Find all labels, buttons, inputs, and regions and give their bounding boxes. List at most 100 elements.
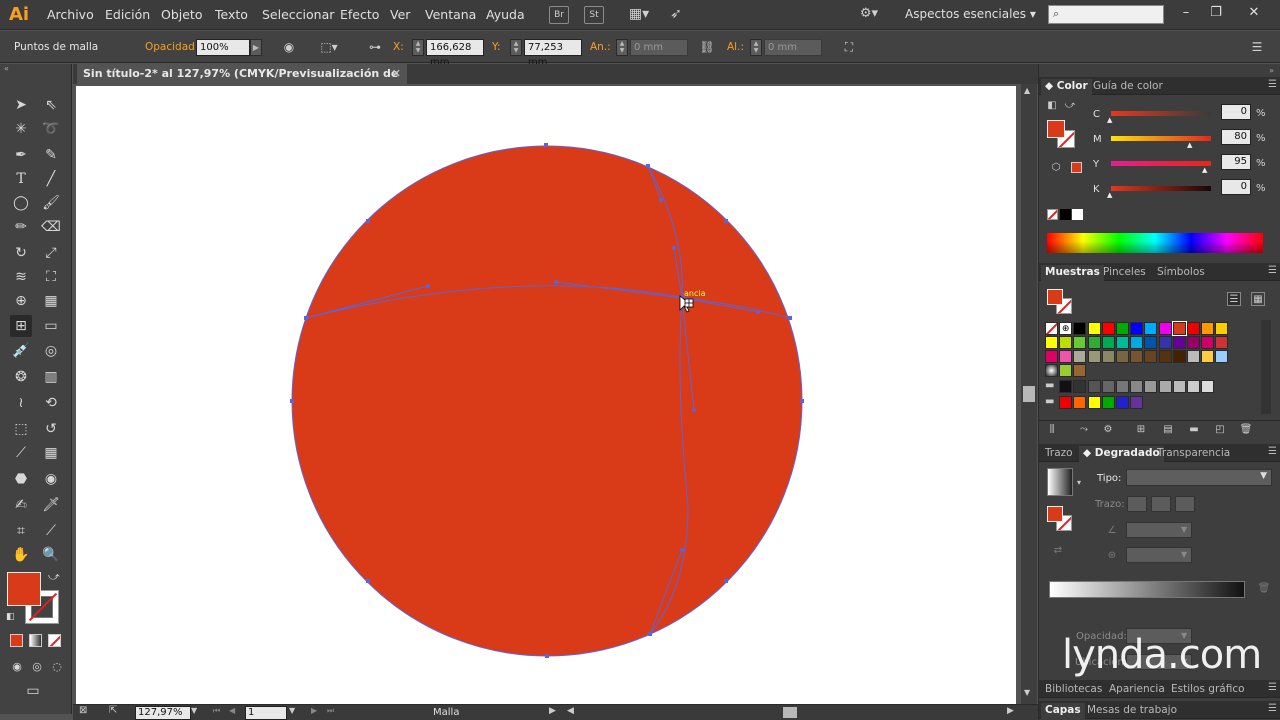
direct-selection-tool-icon[interactable]: ⇖ xyxy=(40,94,62,116)
tab-transparency[interactable]: Transparencia xyxy=(1153,446,1234,462)
swatch-registration[interactable]: ⊕ xyxy=(1059,322,1073,335)
handle-point[interactable] xyxy=(692,408,696,412)
swatch[interactable] xyxy=(1045,350,1058,363)
document-tab[interactable]: Sin título-2* al 127,97% (CMYK/Previsual… xyxy=(77,64,407,100)
stroke-across-button[interactable] xyxy=(1175,496,1195,512)
swatch-selected[interactable] xyxy=(1171,321,1187,336)
swatch[interactable] xyxy=(1130,380,1144,393)
swatch[interactable] xyxy=(1073,364,1087,377)
column-graph-tool-icon[interactable]: ▥ xyxy=(40,366,62,388)
swatch-options-icon[interactable]: ⚙ xyxy=(1101,423,1115,437)
swatch[interactable] xyxy=(1116,336,1129,349)
slice-tool-icon[interactable]: ⟋ xyxy=(10,442,32,464)
curvature-tool-icon[interactable]: ✎ xyxy=(40,144,62,166)
color-group-icon[interactable]: ⊞ xyxy=(1134,423,1148,437)
restore-button[interactable]: ❐ xyxy=(1202,2,1230,24)
swatches-scrollbar[interactable] xyxy=(1261,320,1271,414)
tab-gradient[interactable]: ◆ Degradado xyxy=(1079,446,1164,462)
swatch[interactable] xyxy=(1101,322,1115,335)
artboard-number-field[interactable]: 1 xyxy=(245,706,287,720)
tab-stroke[interactable]: Trazo xyxy=(1041,446,1077,462)
gradient-slider[interactable] xyxy=(1049,581,1245,598)
swatch[interactable] xyxy=(1101,350,1115,363)
draw-inside-icon[interactable]: ◌ xyxy=(46,656,68,678)
edit-color-group-icon[interactable]: ▤ xyxy=(1161,423,1175,437)
angle-dropdown-icon[interactable]: ▼ xyxy=(1181,525,1187,534)
swatch[interactable] xyxy=(1172,350,1186,363)
anchor-point[interactable] xyxy=(724,579,728,583)
tab-symbols[interactable]: Símbolos xyxy=(1153,265,1209,281)
recolor-icon[interactable]: ◉ xyxy=(280,39,298,56)
swatch[interactable] xyxy=(1187,336,1200,349)
menu-ver[interactable]: Ver xyxy=(390,7,410,22)
swatch[interactable] xyxy=(1130,336,1144,349)
swatch[interactable] xyxy=(1087,322,1101,335)
perspective-grid-tool-icon[interactable]: ▦ xyxy=(40,290,62,312)
magenta-value[interactable]: 80 xyxy=(1221,129,1251,145)
eraser-tool-icon[interactable]: ⌫ xyxy=(40,216,62,238)
swatch[interactable] xyxy=(1045,336,1058,349)
swatch[interactable] xyxy=(1158,350,1172,363)
swatch[interactable] xyxy=(1144,350,1158,363)
swatch[interactable] xyxy=(1087,336,1101,349)
menu-seleccionar[interactable]: Seleccionar xyxy=(262,7,334,22)
gpu-performance-icon[interactable]: ➶ xyxy=(666,6,686,24)
tab-color-guide[interactable]: Guía de color xyxy=(1089,79,1167,95)
anchor-point[interactable] xyxy=(366,579,370,583)
scroll-up-icon[interactable]: ▲ xyxy=(1024,86,1030,95)
line-tool-icon[interactable]: ╱ xyxy=(40,168,62,190)
opacity-field[interactable]: 100% xyxy=(196,39,250,56)
anchor-point[interactable] xyxy=(366,219,370,223)
next-artboard-icon[interactable]: ▶ xyxy=(311,706,317,715)
swatch[interactable] xyxy=(1073,380,1087,393)
handle-point[interactable] xyxy=(680,548,684,552)
knife-tool-icon[interactable]: 🗡 xyxy=(40,494,62,516)
swatch[interactable] xyxy=(1201,336,1215,349)
gradient-fill-indicator[interactable] xyxy=(1047,506,1063,522)
color-spectrum[interactable] xyxy=(1047,233,1263,253)
opacity-dropdown-icon[interactable]: ▶ xyxy=(250,39,262,56)
anchor-point[interactable] xyxy=(304,316,308,320)
y-field[interactable]: 77,253 mm xyxy=(524,39,582,68)
reverse-gradient-icon[interactable]: ⇄ xyxy=(1051,544,1065,558)
delete-stop-icon[interactable]: 🗑 xyxy=(1257,582,1271,596)
cyan-slider-thumb[interactable]: ▲ xyxy=(1107,116,1112,124)
swatch[interactable] xyxy=(1201,380,1215,393)
anchor-point[interactable] xyxy=(544,143,548,147)
out-of-gamut-icon[interactable]: ⬡ xyxy=(1049,161,1063,175)
tab-graphic-styles[interactable]: Estilos gráfico xyxy=(1167,682,1249,698)
swatch[interactable] xyxy=(1215,336,1229,349)
bridge-button[interactable]: Br xyxy=(549,6,569,24)
swatch[interactable] xyxy=(1059,350,1073,363)
swatch[interactable] xyxy=(1087,380,1101,393)
swatch-libraries-icon[interactable]: ⫼ xyxy=(1045,423,1059,437)
y-spinner[interactable]: ▲ ▼ xyxy=(510,39,522,56)
gradient-mode-icon[interactable] xyxy=(29,634,42,647)
delete-swatch-icon[interactable]: 🗑 xyxy=(1239,423,1253,437)
pencil-tool-icon[interactable]: ✏ xyxy=(10,216,32,238)
control-panel-menu-icon[interactable]: ☰ xyxy=(1248,39,1266,56)
swatch[interactable] xyxy=(1187,380,1200,393)
magenta-slider-thumb[interactable]: ▲ xyxy=(1187,141,1192,149)
artboard-dropdown-icon[interactable]: ▼ xyxy=(289,706,295,715)
white-color-swatch[interactable] xyxy=(1072,209,1083,220)
swatch[interactable] xyxy=(1158,322,1172,335)
magic-wand-tool-icon[interactable]: ✳ xyxy=(10,118,32,140)
stroke-along-button[interactable] xyxy=(1151,496,1171,512)
pen-tool-icon[interactable]: ✒ xyxy=(10,144,32,166)
handle-point[interactable] xyxy=(672,246,676,250)
anchor-point[interactable] xyxy=(800,399,804,403)
place-swatches-icon[interactable]: ⤳ xyxy=(1077,423,1091,437)
close-tab-icon[interactable]: ✕ xyxy=(392,64,401,84)
magenta-slider[interactable] xyxy=(1111,136,1211,141)
width-spinner[interactable]: ▲ ▼ xyxy=(616,39,628,56)
handle-point[interactable] xyxy=(426,284,430,288)
new-folder-icon[interactable]: ▬ xyxy=(1187,423,1201,437)
scrollbar-thumb[interactable] xyxy=(1023,386,1035,402)
vertical-scrollbar[interactable]: ▲ ▼ xyxy=(1021,84,1037,704)
menu-ayuda[interactable]: Ayuda xyxy=(486,7,525,22)
x-spinner[interactable]: ▲ ▼ xyxy=(412,39,424,56)
shape-builder-tool-icon[interactable]: ⊕ xyxy=(10,290,32,312)
rotate-view-icon[interactable]: ↺ xyxy=(40,418,62,440)
none-mode-icon[interactable] xyxy=(48,634,61,647)
